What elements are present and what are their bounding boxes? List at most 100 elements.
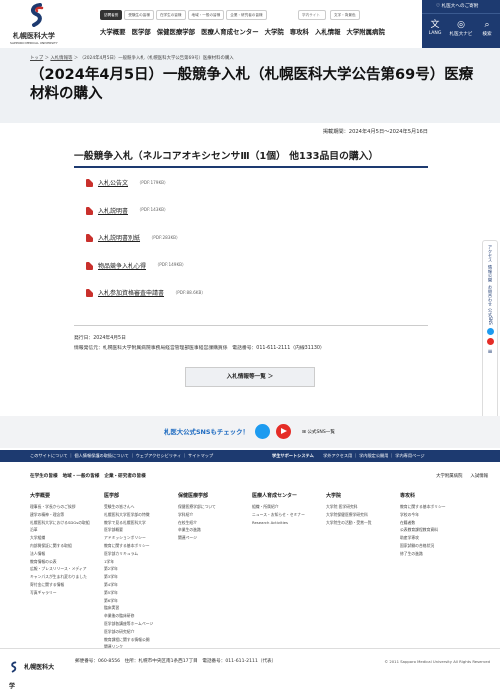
- display-settings-link[interactable]: 文字・背景色: [330, 10, 360, 20]
- footer-cat-business[interactable]: 企業・研究者の皆様: [104, 473, 145, 479]
- breadcrumb-home[interactable]: トップ: [30, 56, 43, 61]
- footer-link[interactable]: 第5学年: [104, 589, 178, 597]
- footer-link[interactable]: 修了生の進路: [400, 550, 474, 558]
- sns-list-link[interactable]: ⊞ 公式SNS一覧: [302, 429, 335, 435]
- footer-link[interactable]: 法人情報: [30, 550, 104, 558]
- footer-col-heading[interactable]: 大学概要: [30, 492, 104, 499]
- footer-col-heading[interactable]: 保健医療学部: [178, 492, 252, 499]
- footer-link[interactable]: 教育課程に関する情報公開: [104, 636, 178, 644]
- footer-cat-students[interactable]: 在学生の皆様: [30, 473, 58, 479]
- footer-internal-public[interactable]: 学内限定公開用: [359, 453, 388, 458]
- nav-health-sciences[interactable]: 保健医療学部: [157, 27, 195, 36]
- footer-link[interactable]: 在籍者数: [400, 519, 474, 527]
- footer-link[interactable]: 教育情報の公表: [30, 558, 104, 566]
- youtube-icon[interactable]: [486, 338, 494, 346]
- side-tab-access[interactable]: アクセス: [487, 245, 493, 262]
- footer-external-access[interactable]: 学外アクセス用: [323, 453, 352, 458]
- file-item[interactable]: 入札説明書別紙 （PDF:283KB）: [86, 233, 426, 261]
- footer-link[interactable]: 教学で見る札幌医科大学: [104, 519, 178, 527]
- footer-link[interactable]: 学科紹介: [178, 511, 252, 519]
- audience-link-students[interactable]: 在学生の皆様: [155, 10, 186, 20]
- footer-link[interactable]: 建学の精神・理念等: [30, 511, 104, 519]
- breadcrumb-section[interactable]: 入札情報等: [50, 56, 72, 61]
- footer-link[interactable]: 医学部の研究紹介: [104, 628, 178, 636]
- footer-link[interactable]: 卒業後の臨床研修: [104, 612, 178, 620]
- file-item[interactable]: 入札説明書 （PDF:143KB）: [86, 206, 426, 234]
- nav-advanced[interactable]: 専攻科: [290, 27, 309, 36]
- footer-link[interactable]: 沿革: [30, 526, 104, 534]
- footer-link[interactable]: キャンパスが生まれ変わりました: [30, 573, 104, 581]
- footer-internal-only[interactable]: 学内専用ページ: [395, 453, 424, 458]
- side-tab-disclosure[interactable]: 情報公開: [487, 265, 493, 282]
- internal-site-link[interactable]: 学内サイト: [298, 10, 326, 20]
- footer-link[interactable]: Research Activities: [252, 519, 326, 527]
- footer-admission-link[interactable]: 入試情報: [470, 473, 488, 479]
- audience-link-public[interactable]: 地域・一般の皆様: [187, 10, 225, 20]
- footer-link[interactable]: 関連ページ: [178, 534, 252, 542]
- file-item[interactable]: 物品競争入札心得 （PDF:149KB）: [86, 261, 426, 289]
- navi-button[interactable]: ◎ 札医大ナビ: [448, 14, 474, 48]
- nav-about[interactable]: 大学概要: [100, 27, 126, 36]
- footer-link[interactable]: 保健医療学部について: [178, 503, 252, 511]
- audience-link-business[interactable]: 企業・研究者の皆様: [226, 10, 267, 20]
- footer-link[interactable]: アドミッションポリシー: [104, 534, 178, 542]
- footer-links[interactable]: このサイトについて ｜ 個人情報保護の取扱について ｜ ウェブアクセシビリティ …: [30, 450, 213, 462]
- footer-link[interactable]: 国家試験の合格状況: [400, 542, 474, 550]
- footer-link[interactable]: 寄付金に関する情報: [30, 581, 104, 589]
- footer-link[interactable]: 第3学年: [104, 573, 178, 581]
- donation-link[interactable]: ♡ 札医大へのご寄附: [422, 0, 500, 14]
- footer-link[interactable]: 内部質保証に関する取組: [30, 542, 104, 550]
- nav-medicine[interactable]: 医学部: [132, 27, 151, 36]
- footer-link[interactable]: 学校の今年: [400, 511, 474, 519]
- footer-student-support[interactable]: 学生サポートシステム: [272, 453, 314, 458]
- bidding-list-button[interactable]: 入札情報等一覧 ＞: [185, 367, 315, 387]
- footer-col-heading[interactable]: 専攻科: [400, 492, 474, 499]
- file-link[interactable]: 入札参加資格審査申請書: [98, 288, 164, 297]
- footer-link[interactable]: 理事長・学長からのご挨拶: [30, 503, 104, 511]
- footer-link[interactable]: 公表教育課程教育資料: [400, 526, 474, 534]
- footer-link[interactable]: 大学院生の活動・受賞一覧: [326, 519, 400, 527]
- lang-button[interactable]: 文 LANG: [422, 14, 448, 48]
- file-link[interactable]: 入札説明書別紙: [98, 233, 140, 242]
- footer-link[interactable]: ニュース・お知らせ・セミナー: [252, 511, 326, 519]
- footer-link[interactable]: 教育に関する基本ポリシー: [104, 542, 178, 550]
- footer-link[interactable]: 1学年: [104, 558, 178, 566]
- file-link[interactable]: 入札公告文: [98, 178, 128, 187]
- footer-link[interactable]: 第2学年: [104, 565, 178, 573]
- twitter-icon[interactable]: [486, 328, 494, 336]
- footer-link[interactable]: 受験生の皆さんへ: [104, 503, 178, 511]
- footer-link[interactable]: 札幌医科大学におけるSDGsの取組: [30, 519, 104, 527]
- footer-link[interactable]: 大学組織: [30, 534, 104, 542]
- side-tab-contact[interactable]: お問合わせ: [487, 285, 493, 306]
- youtube-icon[interactable]: [276, 424, 291, 439]
- footer-col-heading[interactable]: 医学部: [104, 492, 178, 499]
- file-item[interactable]: 入札公告文 （PDF:179KB）: [86, 178, 426, 206]
- footer-hospital-link[interactable]: 大学附属病院: [436, 473, 462, 479]
- side-tab-sns[interactable]: 公式SNS: [487, 308, 493, 325]
- footer-link[interactable]: 大学院保健医療学研究科: [326, 511, 400, 519]
- file-link[interactable]: 物品競争入札心得: [98, 261, 146, 270]
- nav-graduate[interactable]: 大学院: [265, 27, 284, 36]
- footer-link[interactable]: 第4学年: [104, 581, 178, 589]
- footer-link[interactable]: 教育に関する基本ポリシー: [400, 503, 474, 511]
- site-logo[interactable]: 札幌医科大学 SAPPORO MEDICAL UNIVERSITY: [6, 3, 68, 45]
- search-button[interactable]: ⌕ 検索: [474, 14, 500, 48]
- footer-link[interactable]: 大学院 医学研究科: [326, 503, 400, 511]
- audience-link-applicants[interactable]: 受験生の皆様: [124, 10, 154, 20]
- footer-logo[interactable]: 札幌医科大学: [9, 656, 59, 690]
- footer-cat-public[interactable]: 地域・一般の皆様: [63, 473, 100, 479]
- footer-link[interactable]: 組織・所属紹介: [252, 503, 326, 511]
- nav-hospital[interactable]: 大学附属病院: [347, 27, 385, 36]
- footer-link[interactable]: 第6学年: [104, 597, 178, 605]
- nav-center[interactable]: 医療人育成センター: [201, 27, 259, 36]
- file-link[interactable]: 入札説明書: [98, 206, 128, 215]
- nav-bidding[interactable]: 入札情報: [315, 27, 341, 36]
- footer-link[interactable]: 札幌医科大学医学部の特徴: [104, 511, 178, 519]
- twitter-icon[interactable]: [255, 424, 270, 439]
- footer-link[interactable]: 写真ギャラリー: [30, 589, 104, 597]
- file-item[interactable]: 入札参加資格審査申請書 （PDF:88.6KB）: [86, 288, 426, 316]
- menu-icon[interactable]: ≡: [487, 348, 492, 355]
- footer-link[interactable]: 医学部各講座等ホームページ: [104, 620, 178, 628]
- footer-link[interactable]: 卒業生の進路: [178, 526, 252, 534]
- footer-link[interactable]: 在校生紹介: [178, 519, 252, 527]
